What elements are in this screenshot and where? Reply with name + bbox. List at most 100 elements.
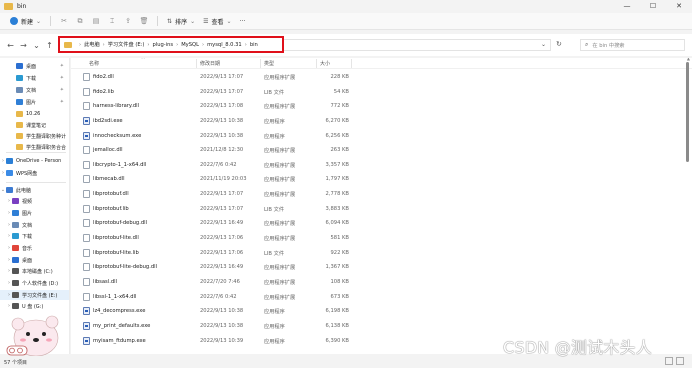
breadcrumb[interactable]: › 此电脑 › 学习文件盘 (E:) › plug-ins › MySQL › …: [58, 36, 284, 53]
up-arrow-icon[interactable]: ↑: [43, 39, 56, 52]
sticker-image: [6, 315, 59, 356]
search-placeholder: 在 bin 中搜索: [592, 42, 625, 49]
sidebar-item[interactable]: › 视频: [0, 196, 69, 206]
sidebar-item[interactable]: › OneDrive - Person: [0, 156, 69, 166]
sidebar-item[interactable]: 课堂笔记: [0, 120, 69, 130]
sidebar-item-label: 学生翻译职务合合: [26, 144, 67, 151]
file-row[interactable]: fido2.dll 2022/9/13 17:07 应用程序扩展 228 KB: [71, 70, 371, 85]
breadcrumb-item[interactable]: bin: [250, 42, 258, 48]
sidebar-item[interactable]: 文档 ✦: [0, 85, 69, 95]
file-row[interactable]: harness-library.dll 2022/9/13 17:08 应用程序扩展…: [71, 99, 371, 114]
file-row[interactable]: libprotobuf.dll 2022/9/13 17:07 应用程序扩展 2,77…: [71, 187, 371, 202]
sidebar-item[interactable]: › 本地磁盘 (C:): [0, 266, 69, 276]
file-row[interactable]: libssl-1_1-x64.dll 2022/7/6 0:42 应用程序扩展 673…: [71, 290, 371, 305]
sidebar-item[interactable]: › 音乐: [0, 243, 69, 253]
new-label: 新建: [21, 18, 34, 26]
plus-icon: [10, 17, 18, 25]
new-button[interactable]: 新建 ⌄: [6, 15, 45, 28]
maximize-button[interactable]: ☐: [640, 0, 666, 12]
file-row[interactable]: my_print_defaults.exe 2022/9/13 10:38 应用程序…: [71, 319, 371, 334]
more-button[interactable]: ···: [236, 15, 250, 28]
file-row[interactable]: libprotobuf-lite-debug.dll 2022/9/13 16:4…: [71, 260, 371, 275]
sidebar-item[interactable]: › 图片: [0, 208, 69, 218]
sidebar-item[interactable]: › 文档: [0, 220, 69, 230]
file-row[interactable]: libprotobuf-lite.lib 2022/9/13 17:06 LIB 文…: [71, 246, 371, 261]
sidebar-item[interactable]: › 桌面: [0, 255, 69, 265]
rename-icon[interactable]: ⌶: [104, 15, 120, 28]
back-arrow-icon[interactable]: ←: [4, 39, 17, 52]
column-name[interactable]: 名称: [89, 60, 99, 67]
breadcrumb-item[interactable]: 此电脑: [84, 41, 100, 48]
video-icon: [12, 198, 19, 204]
scroll-up-icon[interactable]: ▲: [687, 58, 690, 61]
sidebar-item-label: 图片: [26, 99, 37, 106]
cut-icon[interactable]: ✂: [56, 15, 72, 28]
breadcrumb-item[interactable]: mysql_8.0.31: [207, 42, 242, 48]
vertical-scrollbar[interactable]: [686, 62, 689, 162]
forward-arrow-icon[interactable]: →: [17, 39, 30, 52]
details-view-icon[interactable]: [665, 357, 673, 365]
file-size: 6,138 KB: [325, 322, 349, 329]
sidebar-item[interactable]: 桌面 ✦: [0, 61, 69, 71]
file-rows: fido2.dll 2022/9/13 17:07 应用程序扩展 228 KB fido…: [71, 70, 371, 348]
file-row[interactable]: innochecksum.exe 2022/9/13 10:38 应用程序 6,256…: [71, 129, 371, 144]
delete-icon[interactable]: 🗑: [136, 15, 152, 28]
sidebar-item[interactable]: 图片 ✦: [0, 97, 69, 107]
file-row[interactable]: ibd2sdi.exe 2022/9/13 10:38 应用程序 6,270 KB: [71, 114, 371, 129]
file-name: libprotobuf-lite.lib: [93, 249, 139, 256]
tiles-view-icon[interactable]: [676, 357, 684, 365]
history-chevron-icon[interactable]: ⌄: [30, 39, 43, 52]
minimize-button[interactable]: —: [614, 0, 640, 12]
sidebar-item[interactable]: 学生翻译职务种计: [0, 131, 69, 141]
drive-icon: [12, 303, 19, 309]
sidebar-item[interactable]: 学生翻译职务合合: [0, 142, 69, 152]
breadcrumb-item[interactable]: 学习文件盘 (E:): [108, 41, 145, 48]
file-row[interactable]: lz4_decompress.exe 2022/9/13 10:38 应用程序 6,1…: [71, 304, 371, 319]
file-row[interactable]: libprotobuf.lib 2022/9/13 17:07 LIB 文件 3,88…: [71, 202, 371, 217]
sidebar-item[interactable]: ⌄ 此电脑: [0, 185, 69, 195]
file-type: 应用程序: [264, 338, 285, 345]
file-row[interactable]: myisam_ftdump.exe 2022/9/13 10:39 应用程序 6,39…: [71, 334, 371, 349]
file-row[interactable]: jemalloc.dll 2021/12/8 12:30 应用程序扩展 263 KB: [71, 143, 371, 158]
file-row[interactable]: libcrypto-1_1-x64.dll 2022/7/6 0:42 应用程序扩展…: [71, 158, 371, 173]
sidebar-divider: [6, 182, 66, 183]
file-row[interactable]: libmecab.dll 2021/11/19 20:03 应用程序扩展 1,797 …: [71, 172, 371, 187]
file-row[interactable]: fido2.lib 2022/9/13 17:07 LIB 文件 54 KB: [71, 85, 371, 100]
column-type[interactable]: 类型: [264, 60, 274, 67]
file-name: lz4_decompress.exe: [93, 308, 146, 315]
sort-button[interactable]: ⇅ 排序 ⌄: [163, 15, 199, 28]
sort-ascending-icon: ^: [141, 58, 146, 63]
refresh-icon[interactable]: ↻: [556, 40, 562, 48]
address-dropdown-icon[interactable]: ⌄: [541, 41, 546, 48]
column-size[interactable]: 大小: [320, 60, 330, 67]
breadcrumb-item[interactable]: plug-ins: [152, 42, 173, 48]
file-size: 581 KB: [330, 235, 349, 242]
column-date[interactable]: 修改日期: [200, 60, 220, 67]
sidebar-item[interactable]: 下载 ✦: [0, 73, 69, 83]
sidebar-item[interactable]: › 学习文件盘 (E:): [0, 290, 69, 300]
file-size: 2,778 KB: [325, 191, 349, 198]
paste-icon[interactable]: ▤: [88, 15, 104, 28]
search-input[interactable]: ⌕ 在 bin 中搜索: [580, 39, 685, 51]
sidebar-item[interactable]: 10.26: [0, 109, 69, 119]
sidebar-item[interactable]: › 个人软件盘 (D:): [0, 278, 69, 288]
file-type: 应用程序扩展: [264, 265, 296, 272]
file-type: 应用程序扩展: [264, 192, 296, 199]
close-button[interactable]: ✕: [666, 0, 692, 12]
sidebar-item-label: WPS网盘: [16, 170, 38, 177]
file-date: 2022/9/13 17:07: [200, 205, 244, 212]
address-bar-empty[interactable]: [284, 39, 551, 51]
file-row[interactable]: libprotobuf-debug.dll 2022/9/13 16:49 应用程序…: [71, 216, 371, 231]
file-row[interactable]: libsasl.dll 2022/7/20 7:46 应用程序扩展 108 KB: [71, 275, 371, 290]
file-type: 应用程序扩展: [264, 75, 296, 81]
sidebar-item[interactable]: › WPS网盘: [0, 168, 69, 178]
breadcrumb-item[interactable]: MySQL: [181, 42, 199, 48]
file-date: 2022/7/20 7:46: [200, 278, 240, 285]
sidebar-item[interactable]: › 下载: [0, 231, 69, 241]
share-icon[interactable]: ⇪: [120, 15, 136, 28]
file-date: 2021/12/8 12:30: [200, 147, 244, 154]
file-row[interactable]: libprotobuf-lite.dll 2022/9/13 17:06 应用程序扩…: [71, 231, 371, 246]
view-button[interactable]: ☰ 查看 ⌄: [199, 15, 235, 28]
computer-icon: [6, 187, 13, 193]
copy-icon[interactable]: ⧉: [72, 15, 88, 28]
